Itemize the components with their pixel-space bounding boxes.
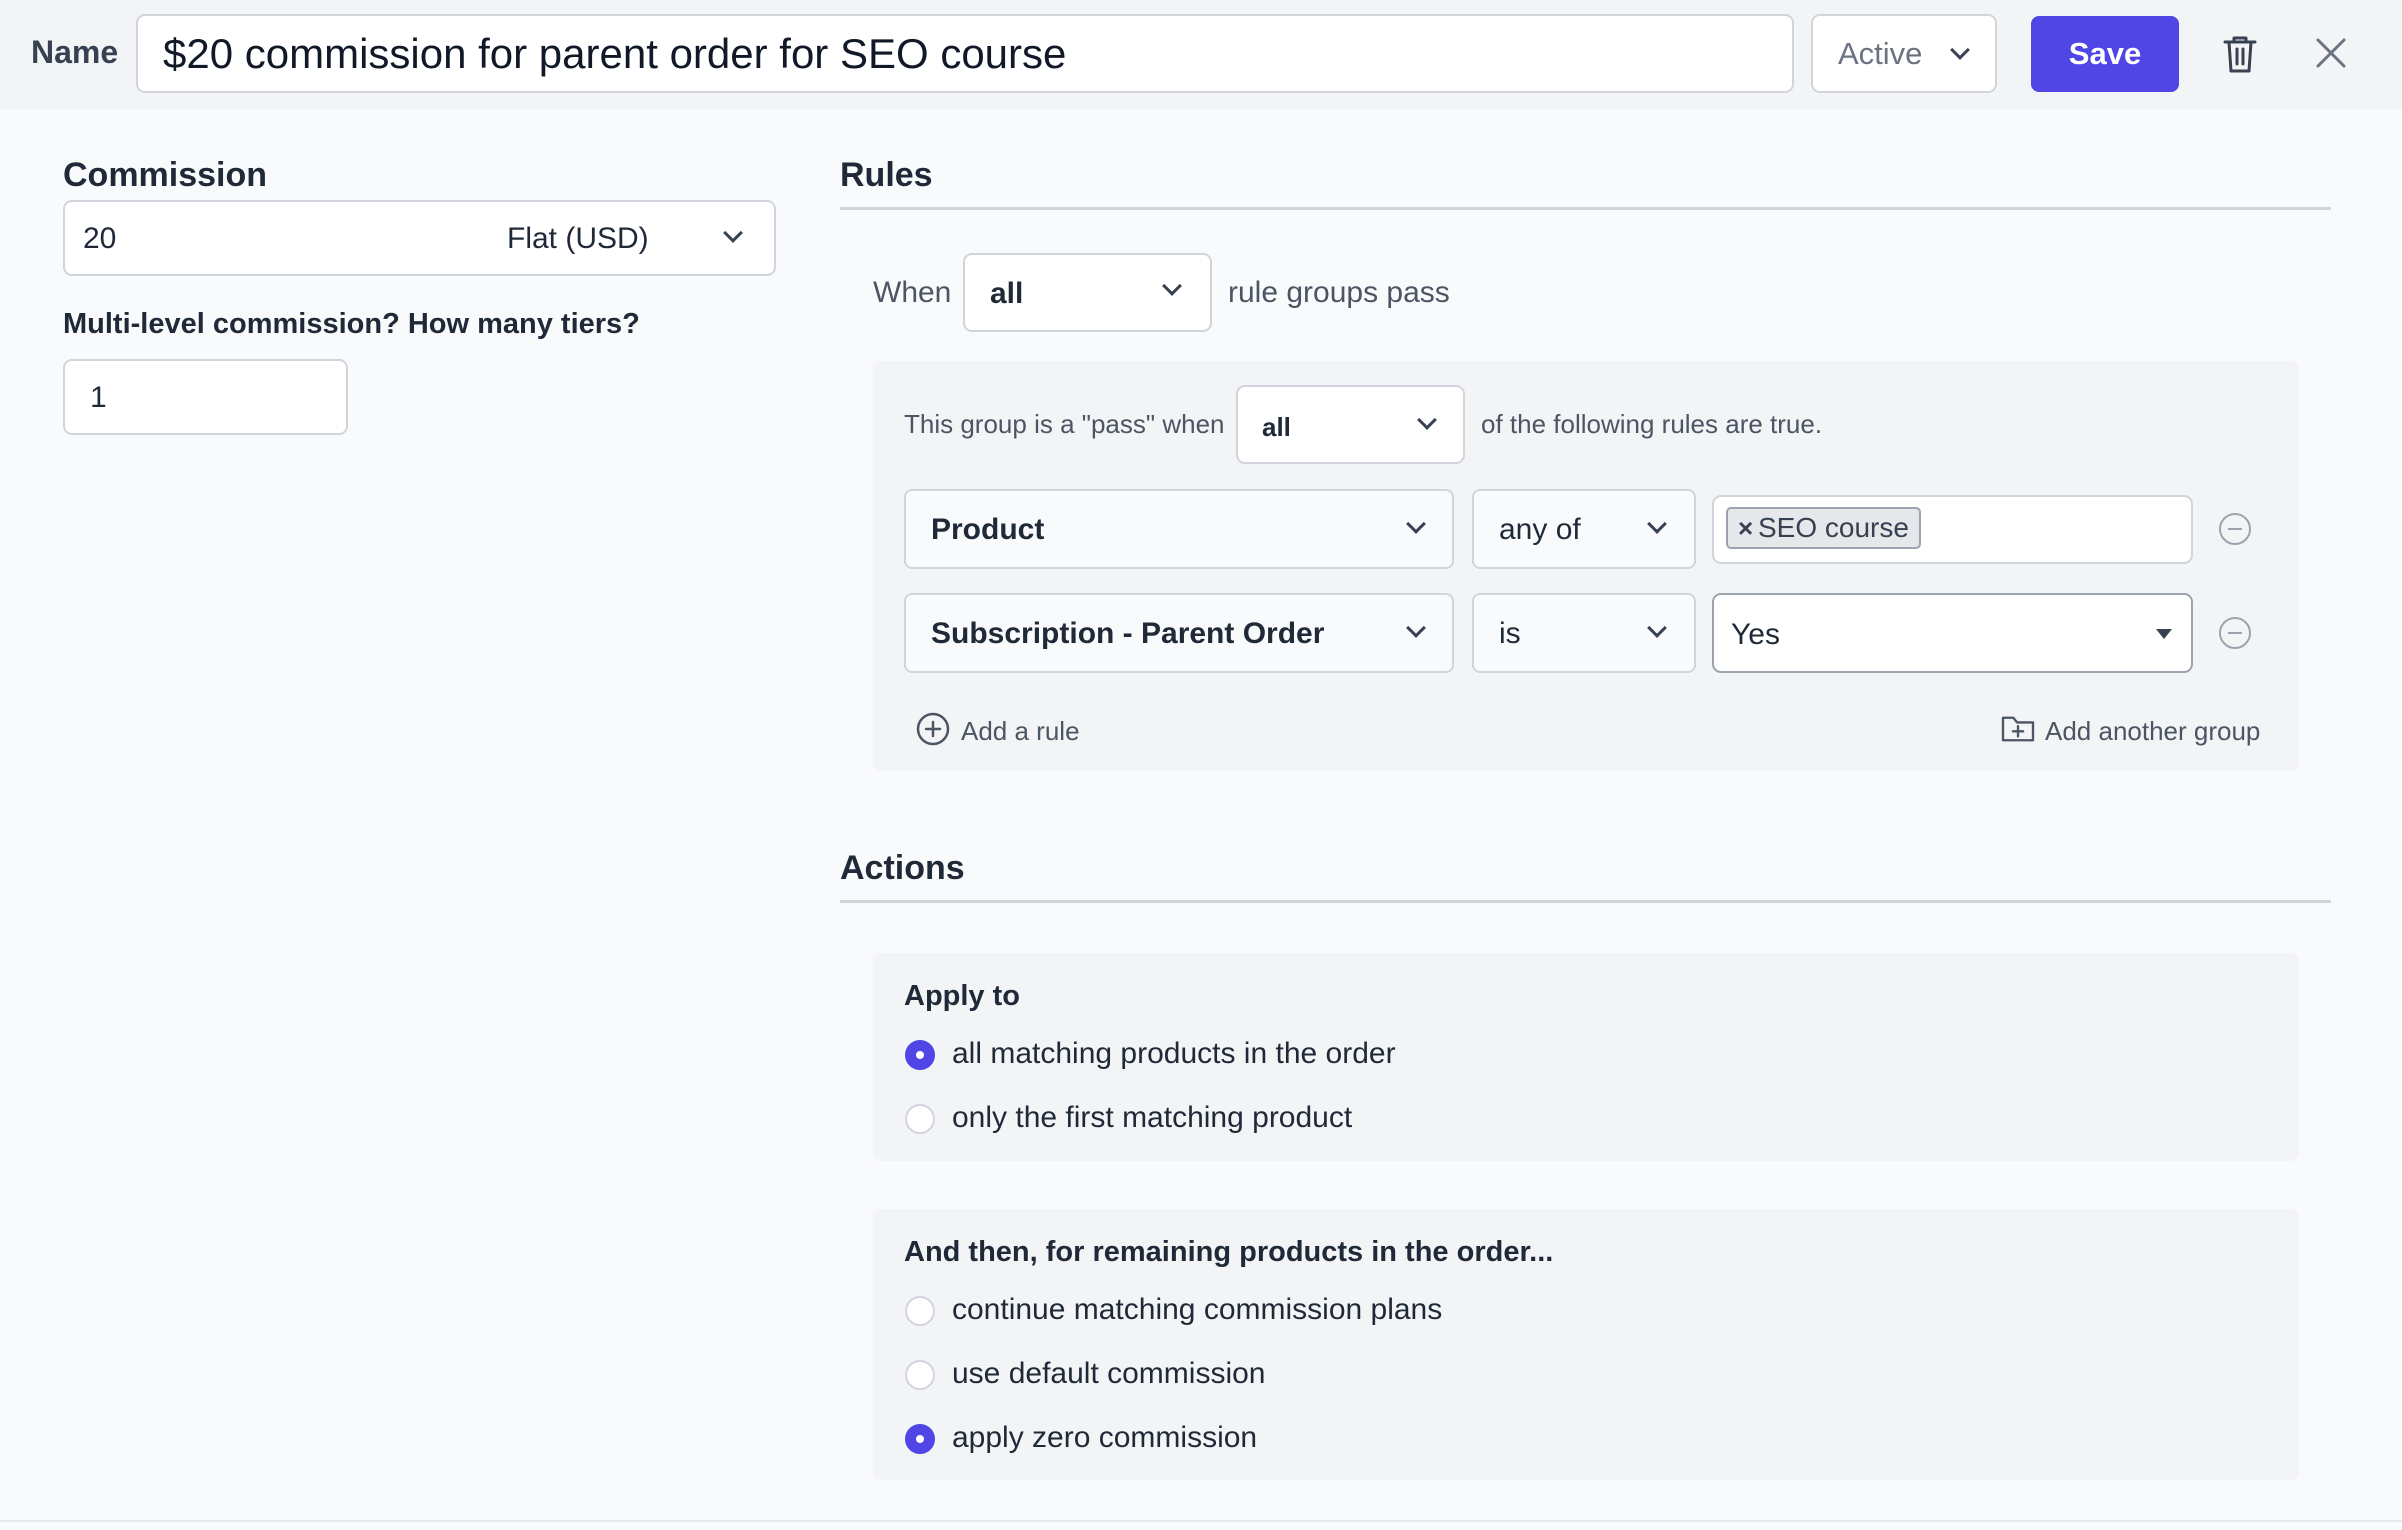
footer-divider [0,1520,2402,1522]
apply-to-title: Apply to [904,980,1020,1012]
tiers-label: Multi-level commission? How many tiers? [63,308,640,340]
rules-divider [840,207,2331,210]
tiers-input[interactable]: 1 [63,359,348,435]
remove-tag-icon[interactable]: × [1738,509,1753,547]
when-value: all [990,277,1024,310]
when-suffix: rule groups pass [1228,276,1450,309]
commission-type-select[interactable]: Flat (USD) [507,222,649,256]
chevron-down-icon [1162,276,1182,296]
chevron-down-icon [1417,410,1437,430]
chevron-down-icon [1950,40,1970,60]
rule-2-operator-value: is [1499,617,1521,650]
chevron-down-icon [1647,618,1667,638]
plus-circle-icon [916,712,950,746]
when-select[interactable]: all [963,253,1212,332]
rule-2-field-select[interactable]: Subscription - Parent Order [904,593,1454,673]
apply-first-radio[interactable] [905,1104,935,1134]
apply-all-radio[interactable] [905,1040,935,1070]
rule-1-field-select[interactable]: Product [904,489,1454,569]
when-label: When [873,276,952,309]
rule-2-value: Yes [1731,618,1780,651]
rule-1-operator-select[interactable]: any of [1472,489,1696,569]
commission-field: 20 Flat (USD) [63,200,776,276]
tag-label: SEO course [1758,512,1909,543]
save-button[interactable]: Save [2031,16,2179,92]
name-label: Name [31,34,119,70]
status-value: Active [1838,36,1923,71]
folder-plus-icon [2001,716,2035,742]
continue-matching-label[interactable]: continue matching commission plans [952,1293,1442,1327]
commission-amount-input[interactable]: 20 [83,222,116,256]
default-commission-label[interactable]: use default commission [952,1357,1265,1391]
group-match-value: all [1262,412,1291,442]
add-group-link[interactable]: Add another group [2000,712,2262,748]
actions-divider [840,900,2331,903]
apply-first-label[interactable]: only the first matching product [952,1101,1352,1135]
zero-commission-label[interactable]: apply zero commission [952,1421,1257,1455]
tiers-value: 1 [90,381,107,414]
remaining-box: And then, for remaining products in the … [873,1209,2299,1480]
chevron-down-icon [1406,514,1426,534]
group-pass-suffix: of the following rules are true. [1481,409,1823,439]
header-bar: Name $20 commission for parent order for… [0,0,2402,109]
actions-title: Actions [840,849,965,887]
default-commission-radio[interactable] [905,1360,935,1390]
apply-to-box: Apply to all matching products in the or… [873,953,2299,1161]
tag-seo-course: × SEO course [1726,507,1921,549]
rule-2-operator-select[interactable]: is [1472,593,1696,673]
apply-all-label[interactable]: all matching products in the order [952,1037,1396,1071]
remove-rule-1-icon[interactable] [2219,513,2251,545]
status-select[interactable]: Active [1811,14,1997,93]
rule-group: This group is a "pass" when all of the f… [873,361,2299,771]
add-group-label: Add another group [2045,716,2261,746]
add-rule-link[interactable]: Add a rule [916,712,1086,748]
plan-name-input[interactable]: $20 commission for parent order for SEO … [136,14,1794,93]
group-pass-prefix: This group is a "pass" when [904,409,1225,439]
add-rule-label: Add a rule [961,716,1080,746]
chevron-down-icon [1647,514,1667,534]
rules-title: Rules [840,156,933,194]
continue-matching-radio[interactable] [905,1296,935,1326]
trash-icon[interactable] [2222,34,2258,74]
remaining-title: And then, for remaining products in the … [904,1236,1554,1268]
rule-1-field-value: Product [931,513,1045,546]
chevron-down-icon [1406,618,1426,638]
rule-2-field-value: Subscription - Parent Order [931,617,1325,650]
commission-title: Commission [63,156,268,194]
rule-2-value-select[interactable]: Yes [1712,593,2193,673]
group-match-select[interactable]: all [1236,385,1465,464]
zero-commission-radio[interactable] [905,1424,935,1454]
chevron-down-icon [723,223,743,243]
remove-rule-2-icon[interactable] [2219,617,2251,649]
rule-1-operator-value: any of [1499,513,1581,546]
close-icon[interactable] [2314,36,2348,70]
caret-down-icon [2156,629,2172,639]
